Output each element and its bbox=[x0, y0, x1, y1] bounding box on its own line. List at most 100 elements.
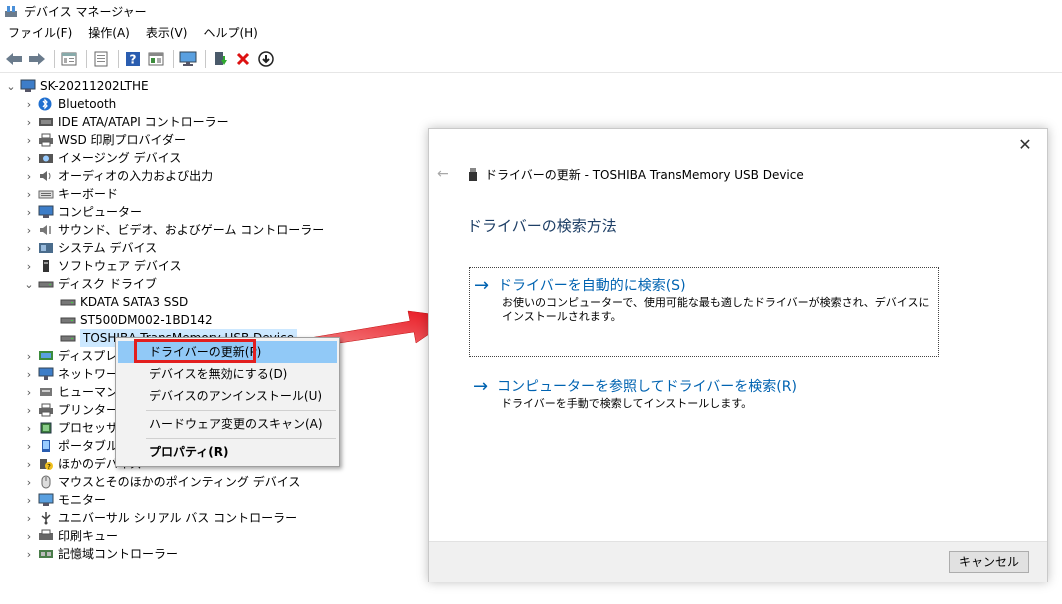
toolbar-separator bbox=[86, 49, 87, 68]
dialog-header: ドライバーの更新 - TOSHIBA TransMemory USB Devic… bbox=[469, 166, 804, 183]
tree-item[interactable]: › システム デバイス bbox=[22, 239, 157, 257]
chevron-right-icon[interactable]: › bbox=[22, 203, 36, 221]
tree-item-label: サウンド、ビデオ、およびゲーム コントローラー bbox=[58, 223, 325, 237]
chevron-right-icon[interactable]: › bbox=[22, 167, 36, 185]
tree-item[interactable]: › Bluetooth bbox=[22, 95, 116, 113]
tree-item-label: WSD 印刷プロバイダー bbox=[58, 133, 187, 147]
disk-drive-icon bbox=[60, 331, 76, 345]
chevron-right-icon[interactable]: › bbox=[22, 149, 36, 167]
disk-drive-icon bbox=[38, 277, 54, 291]
tree-item[interactable]: › キーボード bbox=[22, 185, 118, 203]
menu-view[interactable]: 表示(V) bbox=[138, 22, 196, 44]
svg-text:?: ? bbox=[47, 463, 51, 471]
software-device-icon bbox=[38, 259, 54, 273]
title-bar: デバイス マネージャー bbox=[0, 0, 1062, 22]
chevron-right-icon[interactable]: › bbox=[22, 113, 36, 131]
processor-icon bbox=[38, 421, 54, 435]
chevron-right-icon[interactable]: › bbox=[22, 509, 36, 527]
chevron-right-icon[interactable]: › bbox=[22, 185, 36, 203]
help-icon[interactable]: ? bbox=[123, 49, 143, 69]
tree-item[interactable]: › サウンド、ビデオ、およびゲーム コントローラー bbox=[22, 221, 324, 239]
tree-item[interactable]: › コンピューター bbox=[22, 203, 142, 221]
tree-item[interactable]: › IDE ATA/ATAPI コントローラー bbox=[22, 113, 229, 131]
monitor-icon bbox=[38, 493, 54, 507]
context-separator bbox=[146, 410, 336, 411]
sound-icon bbox=[38, 223, 54, 237]
toolbar-separator bbox=[173, 49, 174, 68]
tree-item[interactable]: › モニター bbox=[22, 491, 106, 509]
chevron-down-icon[interactable]: ⌄ bbox=[22, 275, 36, 293]
chevron-right-icon[interactable]: › bbox=[22, 383, 36, 401]
update-driver-dialog: ✕ ← ドライバーの更新 - TOSHIBA TransMemory USB D… bbox=[428, 128, 1048, 582]
chevron-right-icon[interactable]: › bbox=[22, 491, 36, 509]
tree-item[interactable]: › マウスとそのほかのポインティング デバイス bbox=[22, 473, 301, 491]
menu-action[interactable]: 操作(A) bbox=[80, 22, 138, 44]
tree-item[interactable]: › プロセッサ bbox=[22, 419, 118, 437]
forward-arrow-icon[interactable] bbox=[27, 49, 47, 69]
chevron-right-icon[interactable]: › bbox=[22, 347, 36, 365]
tree-item-label: ディスク ドライブ bbox=[58, 277, 157, 291]
tree-item[interactable]: › オーディオの入力および出力 bbox=[22, 167, 213, 185]
disk-drive-item[interactable]: ST500DM002-1BD142 bbox=[44, 311, 213, 329]
monitor-icon[interactable] bbox=[178, 49, 198, 69]
chevron-right-icon[interactable]: › bbox=[22, 419, 36, 437]
list-icon[interactable] bbox=[91, 49, 111, 69]
tree-item-label: ソフトウェア デバイス bbox=[58, 259, 182, 273]
update-driver-icon[interactable] bbox=[210, 49, 230, 69]
download-icon[interactable] bbox=[256, 49, 276, 69]
toolbar-separator bbox=[118, 49, 119, 68]
chevron-right-icon[interactable]: › bbox=[22, 257, 36, 275]
view-icon[interactable] bbox=[146, 49, 166, 69]
tree-item[interactable]: › ユニバーサル シリアル バス コントローラー bbox=[22, 509, 297, 527]
tree-item[interactable]: › WSD 印刷プロバイダー bbox=[22, 131, 186, 149]
tree-item-label: KDATA SATA3 SSD bbox=[80, 295, 189, 309]
context-update-driver[interactable]: ドライバーの更新(P) bbox=[118, 341, 337, 363]
back-arrow-icon[interactable] bbox=[4, 49, 24, 69]
chevron-right-icon[interactable]: › bbox=[22, 365, 36, 383]
chevron-down-icon[interactable]: ⌄ bbox=[4, 77, 18, 95]
chevron-right-icon[interactable]: › bbox=[22, 221, 36, 239]
tree-item[interactable]: › 記憶域コントローラー bbox=[22, 545, 178, 563]
context-uninstall-device[interactable]: デバイスのアンインストール(U) bbox=[118, 385, 337, 407]
disk-drive-item[interactable]: KDATA SATA3 SSD bbox=[44, 293, 188, 311]
chevron-right-icon[interactable]: › bbox=[22, 455, 36, 473]
bluetooth-icon bbox=[38, 97, 54, 111]
context-properties[interactable]: プロパティ(R) bbox=[118, 441, 337, 463]
browse-computer-option[interactable]: → コンピューターを参照してドライバーを検索(R) ドライバーを手動で検索してイ… bbox=[469, 375, 939, 419]
uninstall-x-icon[interactable] bbox=[233, 49, 253, 69]
usb-drive-icon bbox=[469, 168, 477, 181]
cancel-button[interactable]: キャンセル bbox=[949, 551, 1029, 573]
keyboard-icon bbox=[38, 187, 54, 201]
tree-item-label: プロセッサ bbox=[58, 421, 119, 435]
chevron-right-icon[interactable]: › bbox=[22, 527, 36, 545]
tree-item[interactable]: › プリンター bbox=[22, 401, 118, 419]
tree-item-label: 記憶域コントローラー bbox=[58, 547, 179, 561]
menu-file[interactable]: ファイル(F) bbox=[0, 22, 80, 44]
tree-item-label: オーディオの入力および出力 bbox=[58, 169, 214, 183]
chevron-right-icon[interactable]: › bbox=[22, 545, 36, 563]
menu-help[interactable]: ヘルプ(H) bbox=[195, 22, 265, 44]
tree-root[interactable]: ⌄ SK-20211202LTHE bbox=[4, 77, 148, 95]
printer-icon bbox=[38, 133, 54, 147]
close-icon[interactable]: ✕ bbox=[1017, 137, 1033, 153]
chevron-right-icon[interactable]: › bbox=[22, 239, 36, 257]
chevron-right-icon[interactable]: › bbox=[22, 437, 36, 455]
context-scan-hardware[interactable]: ハードウェア変更のスキャン(A) bbox=[118, 413, 337, 435]
browse-computer-desc: ドライバーを手動で検索してインストールします。 bbox=[501, 397, 753, 410]
back-arrow-icon[interactable]: ← bbox=[437, 165, 453, 183]
chevron-right-icon[interactable]: › bbox=[22, 95, 36, 113]
tree-item[interactable]: › 印刷キュー bbox=[22, 527, 118, 545]
context-disable-device[interactable]: デバイスを無効にする(D) bbox=[118, 363, 337, 385]
chevron-right-icon[interactable]: › bbox=[22, 473, 36, 491]
tree-item[interactable]: › ソフトウェア デバイス bbox=[22, 257, 182, 275]
dialog-footer: キャンセル bbox=[429, 541, 1047, 582]
system-device-icon bbox=[38, 241, 54, 255]
tree-item[interactable]: › イメージング デバイス bbox=[22, 149, 181, 167]
chevron-right-icon[interactable]: › bbox=[22, 131, 36, 149]
dialog-title: ドライバーの検索方法 bbox=[467, 217, 617, 235]
tree-item[interactable]: ⌄ ディスク ドライブ bbox=[22, 275, 157, 293]
search-automatically-option[interactable]: → ドライバーを自動的に検索(S) お使いのコンピューターで、使用可能な最も適し… bbox=[469, 267, 939, 357]
properties-icon[interactable] bbox=[59, 49, 79, 69]
chevron-right-icon[interactable]: › bbox=[22, 401, 36, 419]
